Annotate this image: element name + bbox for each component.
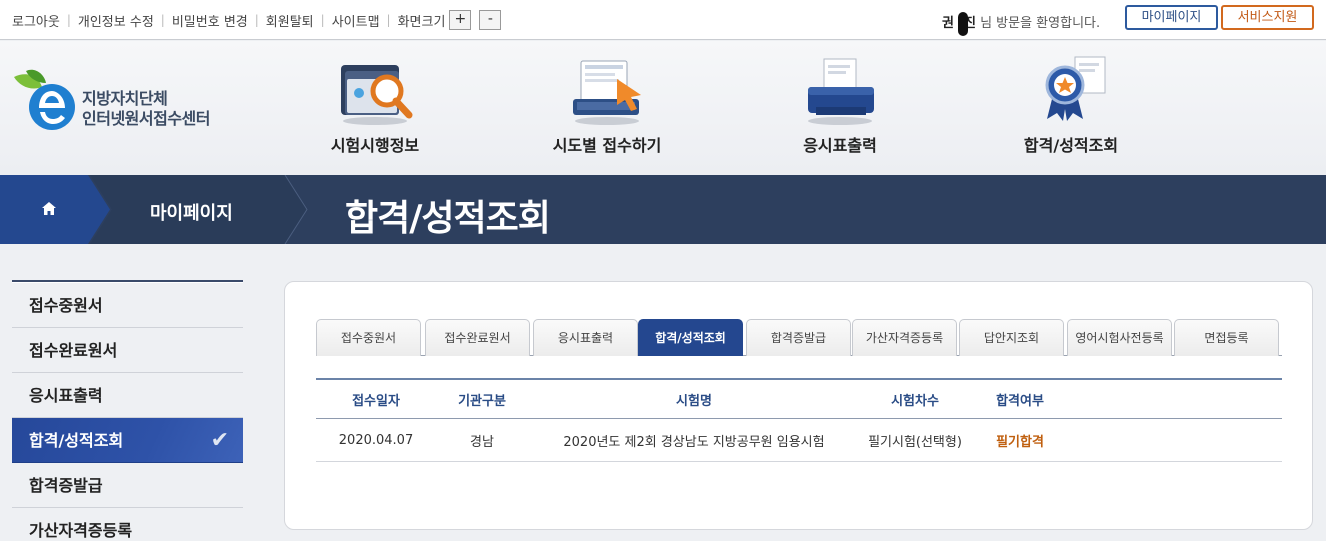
cell-exam-name: 2020년도 제2회 경상남도 지방공무원 임용시험 — [563, 434, 825, 450]
tab-completed-applications[interactable]: 접수완료원서 — [425, 319, 530, 356]
separator: | — [320, 13, 325, 27]
laptop-click-icon — [573, 60, 641, 125]
page-title: 합격/성적조회 — [345, 198, 551, 239]
nav-print-admission[interactable]: 응시표출력 — [740, 55, 940, 165]
service-support-button[interactable]: 서비스지원 — [1221, 5, 1314, 30]
header-pass-status: 합격여부 — [996, 393, 1044, 409]
font-size-label: 화면크기 — [397, 14, 446, 30]
sidebar-item-bonus-license[interactable]: 가산자격증등록 — [12, 508, 243, 541]
tab-print-admission[interactable]: 응시표출력 — [533, 319, 638, 356]
sidebar-item-certificate[interactable]: 합격증발급 — [12, 463, 243, 508]
welcome-text: 님 방문을 환영합니다. — [980, 16, 1101, 31]
redaction-mark — [958, 12, 968, 36]
nav-apply-by-region[interactable]: 시도별 접수하기 — [507, 55, 707, 165]
change-password-link[interactable]: 비밀번호 변경 — [172, 11, 248, 30]
tab-pending-applications[interactable]: 접수중원서 — [316, 319, 421, 356]
tab-certificate[interactable]: 합격증발급 — [746, 319, 851, 356]
separator: | — [254, 13, 259, 27]
utility-bar: 로그아웃 | 개인정보 수정 | 비밀번호 변경 | 회원탈퇴 | 사이트맵 |… — [0, 0, 1326, 40]
font-increase-button[interactable]: + — [449, 10, 472, 30]
cell-region: 경남 — [470, 434, 494, 450]
table-header: 접수일자 기관구분 시험명 시험차수 합격여부 — [316, 378, 1282, 419]
tab-interview-register[interactable]: 면접등록 — [1174, 319, 1279, 356]
sitemap-link[interactable]: 사이트맵 — [332, 11, 380, 30]
nav-label: 합격/성적조회 — [1023, 136, 1119, 155]
award-certificate-icon — [1045, 56, 1106, 121]
e-logo-icon — [14, 69, 75, 130]
sidebar-item-pass-score[interactable]: 합격/성적조회 ✔ — [12, 418, 243, 463]
welcome-message: 권진 님 방문을 환영합니다. — [942, 12, 1101, 36]
tab-answer-sheet[interactable]: 답안지조회 — [959, 319, 1064, 356]
user-name: 권진 — [942, 12, 976, 36]
nav-label: 시험시행정보 — [330, 136, 420, 155]
utility-links: 로그아웃 | 개인정보 수정 | 비밀번호 변경 | 회원탈퇴 | 사이트맵 |… — [12, 10, 502, 30]
logo-line-2: 인터넷원서접수센터 — [82, 109, 210, 128]
mypage-button[interactable]: 마이페이지 — [1125, 5, 1218, 30]
folder-search-icon — [341, 65, 413, 125]
nav-exam-info[interactable]: 시험시행정보 — [275, 55, 475, 165]
sidebar-item-completed-applications[interactable]: 접수완료원서 — [12, 328, 243, 373]
withdraw-link[interactable]: 회원탈퇴 — [266, 11, 314, 30]
sidebar-item-label: 합격/성적조회 — [29, 431, 124, 450]
logo-text: 지방자치단체 인터넷원서접수센터 — [82, 89, 210, 129]
sidebar-item-pending-applications[interactable]: 접수중원서 — [12, 283, 243, 328]
separator: | — [160, 13, 165, 27]
nav-label: 시도별 접수하기 — [552, 136, 662, 155]
site-header: 지방자치단체 인터넷원서접수센터 시험시행정보 시도별 접수하기 응시표출력 합… — [0, 41, 1326, 175]
printer-icon — [808, 58, 874, 125]
breadcrumb-label: 마이페이지 — [150, 203, 233, 224]
page-title-band: 마이페이지 합격/성적조회 — [0, 175, 1326, 244]
site-logo[interactable]: 지방자치단체 인터넷원서접수센터 — [12, 67, 242, 137]
cell-exam-stage: 필기시험(선택형) — [868, 434, 962, 450]
check-icon: ✔ — [210, 428, 229, 453]
tab-english-preregister[interactable]: 영어시험사전등록 — [1067, 319, 1172, 356]
header-date: 접수일자 — [352, 393, 400, 409]
separator: | — [386, 13, 391, 27]
edit-profile-link[interactable]: 개인정보 수정 — [78, 11, 154, 30]
tab-pass-score[interactable]: 합격/성적조회 — [638, 319, 743, 356]
content-panel: 접수중원서 접수완료원서 응시표출력 합격/성적조회 합격증발급 가산자격증등록… — [284, 281, 1313, 530]
nav-label: 응시표출력 — [803, 136, 877, 155]
user-name-first: 권 — [942, 16, 954, 31]
header-region: 기관구분 — [458, 393, 506, 409]
logout-link[interactable]: 로그아웃 — [12, 11, 60, 30]
separator: | — [66, 13, 71, 27]
mypage-tabs: 접수중원서 접수완료원서 응시표출력 합격/성적조회 합격증발급 가산자격증등록… — [316, 319, 1282, 356]
cell-pass-status[interactable]: 필기합격 — [970, 419, 1070, 461]
sidebar-item-print-admission[interactable]: 응시표출력 — [12, 373, 243, 418]
font-decrease-button[interactable]: - — [479, 10, 502, 30]
logo-line-1: 지방자치단체 — [82, 89, 168, 108]
results-table: 접수일자 기관구분 시험명 시험차수 합격여부 2020.04.07 경남 20… — [316, 378, 1282, 462]
nav-pass-score[interactable]: 합격/성적조회 — [971, 55, 1171, 165]
tab-bonus-license[interactable]: 가산자격증등록 — [852, 319, 957, 356]
header-exam-stage: 시험차수 — [891, 393, 939, 409]
sidebar-menu: 접수중원서 접수완료원서 응시표출력 합격/성적조회 ✔ 합격증발급 가산자격증… — [12, 280, 243, 541]
header-exam-name: 시험명 — [676, 393, 712, 409]
cell-date: 2020.04.07 — [338, 432, 414, 448]
table-row: 2020.04.07 경남 2020년도 제2회 경상남도 지방공무원 임용시험… — [316, 419, 1282, 462]
